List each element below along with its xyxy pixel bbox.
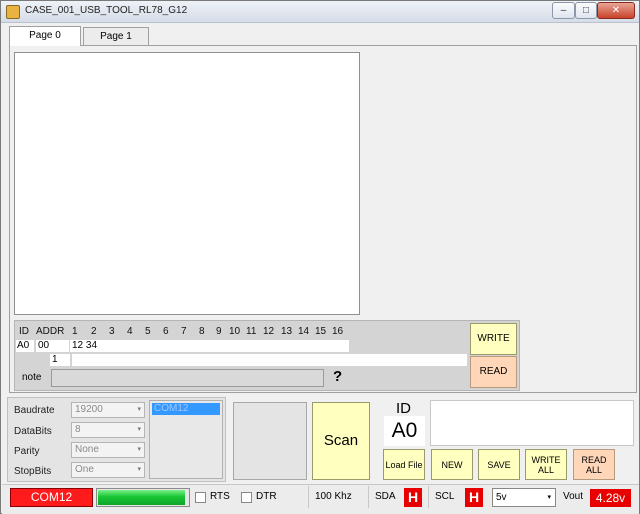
col-header-13: 13 — [281, 326, 293, 337]
device-info-box[interactable] — [430, 400, 634, 446]
row2-data-field[interactable] — [72, 354, 467, 366]
note-label: note — [22, 372, 42, 383]
progress-bar — [96, 488, 190, 507]
stopbits-select[interactable]: One ▾ — [71, 462, 145, 478]
col-header-2: 2 — [91, 326, 97, 337]
chevron-down-icon: ▾ — [137, 426, 141, 433]
status-divider — [368, 486, 369, 508]
baudrate-select[interactable]: 19200 ▾ — [71, 402, 145, 418]
app-icon — [6, 5, 20, 19]
new-button[interactable]: NEW — [431, 449, 473, 480]
blank-panel — [233, 402, 307, 480]
note-input[interactable] — [51, 369, 324, 387]
col-header-11: 11 — [246, 326, 257, 337]
col-header-5: 5 — [145, 326, 151, 337]
baudrate-value: 19200 — [75, 404, 103, 415]
help-icon[interactable]: ? — [333, 368, 342, 385]
col-header-12: 12 — [263, 326, 275, 337]
parity-value: None — [75, 444, 99, 455]
col-header-4: 4 — [127, 326, 133, 337]
col-header-10: 10 — [229, 326, 241, 337]
voltage-select[interactable]: 5v ▾ — [492, 488, 556, 507]
col-header-16: 16 — [332, 326, 344, 337]
sda-state-indicator: H — [404, 488, 422, 507]
save-button[interactable]: SAVE — [478, 449, 520, 480]
status-divider — [428, 486, 429, 508]
maximize-button[interactable]: □ — [575, 2, 597, 19]
chevron-down-icon: ▾ — [137, 446, 141, 453]
read-button[interactable]: READ — [470, 356, 517, 388]
i2c-speed: 100 Khz — [315, 491, 352, 502]
baudrate-label: Baudrate — [14, 405, 55, 416]
main-window: CASE_001_USB_TOOL_RL78_G12 – □ ✕ Page 0 … — [0, 0, 640, 514]
col-header-15: 15 — [315, 326, 327, 337]
scl-state-indicator: H — [465, 488, 483, 507]
chevron-down-icon: ▾ — [547, 494, 551, 501]
row-addr-field[interactable]: 00 — [36, 340, 69, 352]
scan-button[interactable]: Scan — [312, 402, 370, 480]
tab-page-1[interactable]: Page 1 — [83, 27, 149, 45]
databits-select[interactable]: 8 ▾ — [71, 422, 145, 438]
chevron-down-icon: ▾ — [137, 406, 141, 413]
close-button[interactable]: ✕ — [597, 2, 635, 19]
col-header-1: 1 — [72, 326, 78, 337]
scl-label: SCL — [435, 491, 455, 502]
load-file-button[interactable]: Load File — [383, 449, 425, 480]
chevron-down-icon: ▾ — [137, 466, 141, 473]
minimize-button[interactable]: – — [552, 2, 575, 19]
col-header-addr: ADDR — [36, 326, 65, 337]
row-id-field[interactable]: A0 — [16, 340, 34, 352]
read-all-button[interactable]: READ ALL — [573, 449, 615, 480]
col-header-7: 7 — [181, 326, 187, 337]
col-header-9: 9 — [216, 326, 222, 337]
com-port-status: COM12 — [10, 488, 93, 507]
voltage-select-value: 5v — [496, 492, 507, 503]
port-list[interactable]: COM12 — [149, 400, 223, 479]
log-textarea[interactable] — [14, 52, 360, 315]
rts-label: RTS — [210, 491, 230, 502]
vout-label: Vout — [563, 491, 584, 502]
progress-bar-fill — [98, 490, 186, 505]
sda-label: SDA — [375, 491, 396, 502]
write-button[interactable]: WRITE — [470, 323, 517, 355]
tab-page-0[interactable]: Page 0 — [9, 26, 81, 46]
write-all-button[interactable]: WRITE ALL — [525, 449, 567, 480]
stopbits-value: One — [75, 464, 94, 475]
device-id-value: A0 — [384, 416, 425, 446]
col-header-3: 3 — [109, 326, 115, 337]
port-list-item[interactable]: COM12 — [152, 403, 220, 415]
dtr-label: DTR — [256, 491, 277, 502]
col-header-6: 6 — [163, 326, 169, 337]
col-header-14: 14 — [298, 326, 310, 337]
databits-value: 8 — [75, 424, 81, 435]
device-id-label: ID — [396, 400, 411, 417]
stopbits-label: StopBits — [14, 466, 52, 477]
vout-value: 4.28v — [590, 489, 631, 507]
col-header-8: 8 — [199, 326, 205, 337]
row-data-field[interactable]: 12 34 — [70, 340, 349, 352]
col-header-id: ID — [19, 326, 29, 337]
dtr-checkbox[interactable] — [241, 492, 252, 503]
parity-select[interactable]: None ▾ — [71, 442, 145, 458]
row2-index-field[interactable]: 1 — [50, 354, 70, 366]
parity-label: Parity — [14, 446, 40, 457]
window-title: CASE_001_USB_TOOL_RL78_G12 — [25, 5, 188, 16]
databits-label: DataBits — [14, 426, 52, 437]
title-bar[interactable]: CASE_001_USB_TOOL_RL78_G12 – □ ✕ — [1, 1, 639, 23]
status-divider — [308, 486, 309, 508]
rts-checkbox[interactable] — [195, 492, 206, 503]
